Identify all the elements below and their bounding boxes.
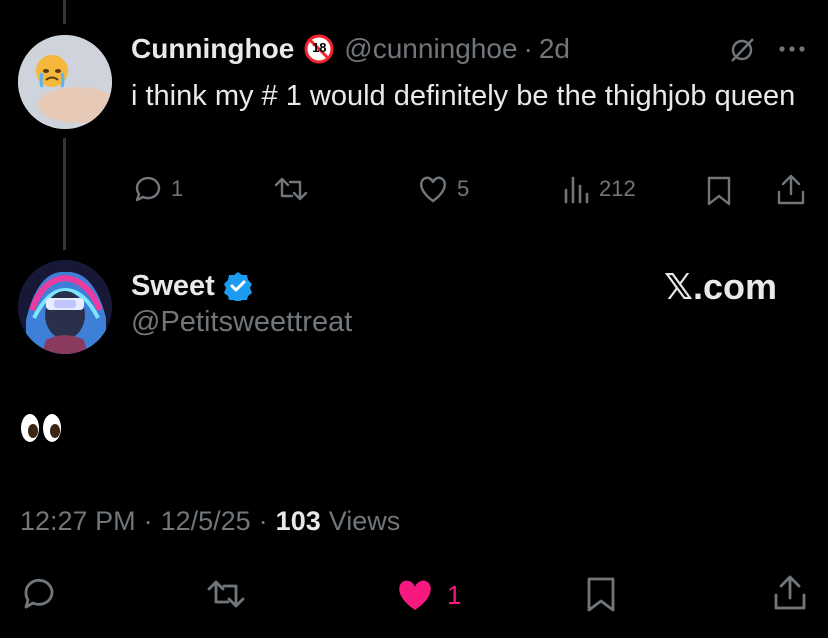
avatar[interactable] (18, 260, 112, 354)
handle[interactable]: @cunninghoe (344, 33, 517, 65)
badge-text: 18 (312, 40, 327, 55)
share-button[interactable] (776, 174, 806, 206)
separator: · (523, 33, 533, 64)
verified-badge-icon (223, 271, 253, 301)
display-name[interactable]: Cunninghoe (131, 33, 294, 65)
tweet-meta: 12:27 PM · 12/5/25 · 103 Views (20, 506, 400, 537)
timestamp[interactable]: 2d (539, 33, 570, 65)
like-button[interactable]: 1 (395, 578, 461, 612)
handle[interactable]: @Petitsweettreat (131, 306, 352, 339)
parent-header: Cunninghoe 18 @cunninghoe · 2d (131, 32, 570, 66)
tweet-time[interactable]: 12:27 PM (20, 506, 136, 537)
x-brand-label: 𝕏.com (664, 266, 778, 307)
thread-line-mid (63, 138, 66, 250)
views-button[interactable]: 212 (563, 174, 636, 204)
tweet-header: Sweet (131, 268, 253, 304)
views-label[interactable]: Views (329, 506, 401, 537)
reply-icon (133, 174, 163, 204)
display-name[interactable]: Sweet (131, 270, 215, 303)
like-button[interactable]: 5 (417, 174, 469, 204)
tweet-text: 👀 (20, 412, 64, 444)
thread-line-top (63, 0, 66, 24)
tweet-text: i think my # 1 would definitely be the t… (131, 80, 796, 112)
tweet-date[interactable]: 12/5/25 (161, 506, 251, 537)
separator: · (258, 506, 268, 536)
retweet-button[interactable] (273, 175, 309, 203)
heart-filled-icon (395, 578, 435, 612)
reply-button[interactable]: 1 (133, 174, 183, 204)
bookmark-button[interactable] (586, 577, 616, 613)
more-icon[interactable] (778, 45, 806, 53)
analytics-icon (563, 174, 591, 204)
reply-button[interactable] (22, 577, 58, 611)
view-count: 212 (599, 176, 636, 201)
retweet-button[interactable] (205, 578, 247, 610)
reply-count: 1 (171, 176, 184, 201)
like-count: 1 (447, 579, 462, 610)
grok-icon[interactable] (728, 36, 756, 64)
heart-icon (417, 174, 449, 204)
avatar[interactable] (18, 35, 112, 129)
bookmark-button[interactable] (706, 176, 732, 206)
like-count: 5 (457, 176, 470, 201)
views-count[interactable]: 103 (276, 506, 321, 537)
adult-badge-icon: 18 (304, 34, 334, 64)
share-button[interactable] (773, 575, 807, 611)
tweet-text-content: 👀 (20, 412, 21, 413)
separator: · (143, 506, 153, 536)
eyes-emoji-icon (21, 414, 61, 442)
